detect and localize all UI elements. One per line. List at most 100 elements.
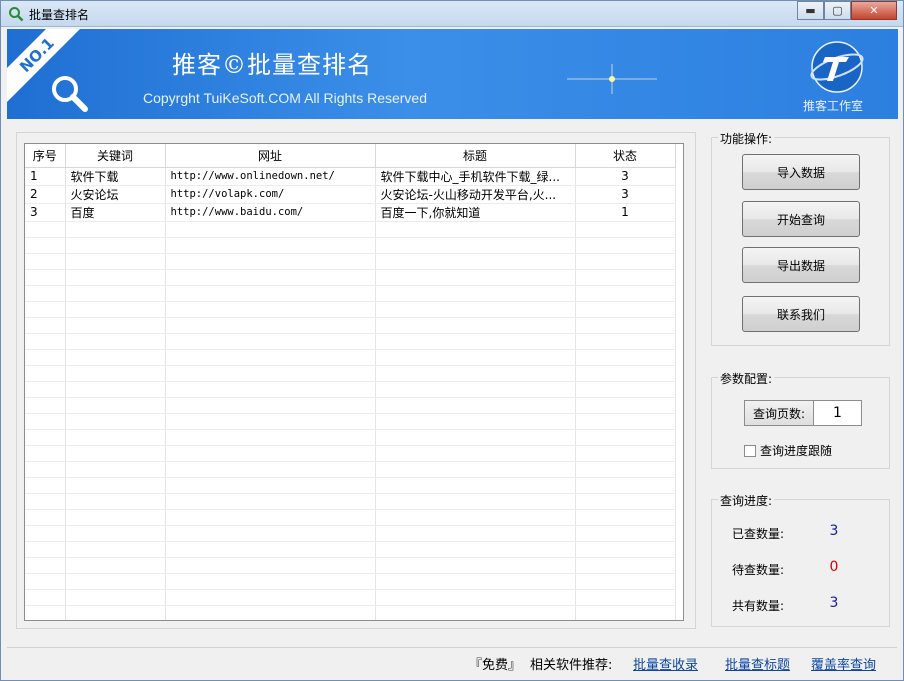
empty-cell	[575, 269, 676, 286]
empty-cell	[25, 317, 66, 334]
empty-cell	[165, 589, 376, 606]
grid-header-spacer	[675, 144, 683, 168]
pages-input[interactable]: 1	[813, 400, 862, 426]
empty-cell	[165, 477, 376, 494]
functions-legend: 功能操作:	[718, 130, 775, 147]
empty-cell	[575, 477, 676, 494]
empty-cell	[65, 285, 166, 302]
empty-cell	[165, 461, 376, 478]
empty-cell	[575, 381, 676, 398]
empty-cell	[165, 253, 376, 270]
cell-title: 软件下载中心_手机软件下载_绿...	[375, 167, 576, 186]
empty-cell	[65, 381, 166, 398]
done-count-value: 3	[829, 523, 839, 539]
empty-cell	[375, 301, 576, 318]
empty-cell	[65, 397, 166, 414]
empty-cell	[165, 541, 376, 558]
empty-row	[25, 269, 676, 286]
empty-row	[25, 445, 676, 462]
banner-copyright: Copyrght TuiKeSoft.COM All Rights Reserv…	[143, 90, 428, 106]
empty-cell	[375, 253, 576, 270]
col-header-keyword[interactable]: 关键词	[65, 144, 166, 168]
col-header-index[interactable]: 序号	[25, 144, 66, 168]
window-title: 批量查排名	[29, 8, 90, 22]
empty-cell	[165, 221, 376, 238]
col-header-title[interactable]: 标题	[375, 144, 576, 168]
empty-cell	[165, 493, 376, 510]
empty-cell	[575, 365, 676, 382]
results-grid[interactable]: 序号 关键词 网址 标题 状态 1 软件下载 http://www.online…	[24, 143, 684, 621]
empty-row	[25, 557, 676, 574]
cell-index: 1	[25, 167, 66, 186]
empty-cell	[375, 493, 576, 510]
app-window: 批量查排名 ▬ ▢ ✕ NO.1 推客©批量查排名 Copyrght TuiKe…	[0, 0, 904, 681]
link-batch-title[interactable]: 批量查标题	[725, 654, 790, 673]
cell-keyword: 软件下载	[65, 167, 166, 186]
magnifier-icon	[52, 76, 88, 112]
title-bar: 批量查排名 ▬ ▢ ✕	[1, 1, 903, 27]
link-coverage-query[interactable]: 覆盖率查询	[811, 654, 876, 673]
start-query-button[interactable]: 开始查询	[742, 201, 860, 237]
import-data-button[interactable]: 导入数据	[742, 154, 860, 190]
empty-cell	[165, 429, 376, 446]
empty-cell	[25, 525, 66, 542]
empty-cell	[375, 413, 576, 430]
link-batch-index[interactable]: 批量查收录	[633, 654, 698, 673]
cell-url: http://volapk.com/	[165, 185, 376, 204]
empty-row	[25, 477, 676, 494]
empty-cell	[25, 381, 66, 398]
empty-cell	[25, 237, 66, 254]
empty-cell	[575, 493, 676, 510]
empty-cell	[25, 477, 66, 494]
contact-us-button[interactable]: 联系我们	[742, 296, 860, 332]
empty-row	[25, 493, 676, 510]
close-button[interactable]: ✕	[851, 1, 897, 20]
empty-cell	[25, 509, 66, 526]
empty-cell	[25, 301, 66, 318]
empty-cell	[65, 429, 166, 446]
empty-cell	[65, 269, 166, 286]
col-header-url[interactable]: 网址	[165, 144, 376, 168]
follow-progress-checkbox[interactable]: 查询进度跟随	[744, 442, 832, 459]
empty-cell	[575, 333, 676, 350]
empty-cell	[575, 397, 676, 414]
empty-cell	[165, 285, 376, 302]
pending-count-label: 待查数量:	[732, 563, 785, 577]
empty-cell	[165, 365, 376, 382]
table-row[interactable]: 1 软件下载 http://www.onlinedown.net/ 软件下载中心…	[25, 167, 676, 186]
recommend-label: 相关软件推荐:	[530, 658, 613, 673]
empty-cell	[165, 557, 376, 574]
maximize-button[interactable]: ▢	[824, 1, 851, 20]
empty-cell	[165, 397, 376, 414]
minimize-button[interactable]: ▬	[797, 1, 824, 20]
cell-status: 3	[575, 185, 676, 204]
col-header-status[interactable]: 状态	[575, 144, 676, 168]
empty-cell	[375, 397, 576, 414]
checkbox-box[interactable]	[744, 444, 756, 457]
header-banner: NO.1 推客©批量查排名 Copyrght TuiKeSoft.COM All…	[7, 29, 898, 119]
empty-cell	[25, 445, 66, 462]
empty-cell	[375, 589, 576, 606]
empty-cell	[575, 605, 676, 620]
empty-row	[25, 413, 676, 430]
empty-row	[25, 301, 676, 318]
export-data-button[interactable]: 导出数据	[742, 247, 860, 283]
search-icon	[9, 7, 24, 22]
empty-cell	[165, 509, 376, 526]
table-row[interactable]: 2 火安论坛 http://volapk.com/ 火安论坛-火山移动开发平台,…	[25, 185, 676, 204]
empty-cell	[25, 605, 66, 620]
table-row[interactable]: 3 百度 http://www.baidu.com/ 百度一下,你就知道 1	[25, 203, 676, 222]
empty-cell	[575, 509, 676, 526]
params-group: 参数配置: 查询页数: 1 查询进度跟随	[711, 370, 890, 469]
free-badge: 『免费』	[469, 658, 522, 673]
empty-cell	[375, 429, 576, 446]
empty-cell	[165, 525, 376, 542]
cell-status: 3	[575, 167, 676, 186]
empty-cell	[375, 605, 576, 620]
empty-cell	[575, 525, 676, 542]
empty-cell	[165, 269, 376, 286]
empty-cell	[375, 461, 576, 478]
results-table: 序号 关键词 网址 标题 状态 1 软件下载 http://www.online…	[25, 144, 676, 620]
empty-row	[25, 429, 676, 446]
empty-cell	[65, 445, 166, 462]
